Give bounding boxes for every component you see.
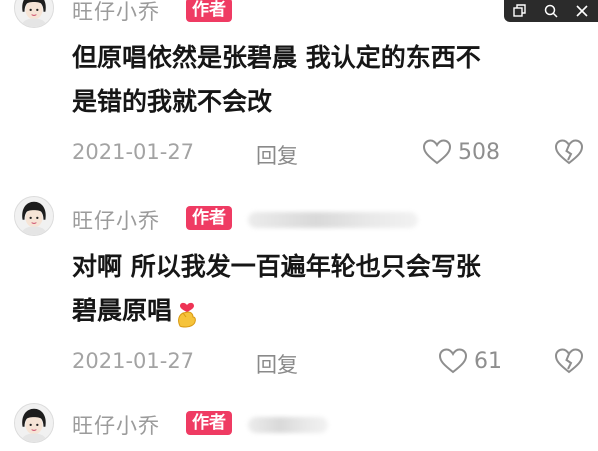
- like-button[interactable]: 61: [438, 346, 502, 376]
- like-button[interactable]: 508: [422, 137, 500, 167]
- avatar[interactable]: [14, 196, 54, 236]
- heart-icon: [422, 139, 452, 165]
- comment-text: 但原唱依然是张碧晨 我认定的东西不 是错的我就不会改: [72, 36, 481, 124]
- broken-heart-icon: [554, 348, 584, 374]
- username[interactable]: 旺仔小乔: [72, 205, 160, 235]
- girl-avatar-icon: [15, 197, 53, 235]
- comment-feed: 旺仔小乔 作者 但原唱依然是张碧晨 我认定的东西不 是错的我就不会改 2021-…: [0, 0, 598, 451]
- username[interactable]: 旺仔小乔: [72, 0, 160, 26]
- reply-button[interactable]: 回复: [256, 140, 298, 170]
- heart-icon: [438, 348, 468, 374]
- comment-date: 2021-01-27: [72, 140, 195, 164]
- like-count: 508: [458, 139, 500, 165]
- comment-text-line: 是错的我就不会改: [72, 87, 273, 116]
- avatar[interactable]: [14, 403, 54, 443]
- dislike-button[interactable]: [554, 138, 584, 166]
- comment-text-fragment: 碧晨原唱: [72, 296, 173, 325]
- author-badge: 作者: [186, 411, 232, 435]
- blurred-reply-target: [248, 212, 418, 228]
- comment-item: 旺仔小乔 作者: [0, 398, 598, 451]
- comment-text: 对啊 所以我发一百遍年轮也只会写张 碧晨原唱: [72, 245, 481, 333]
- comment-date: 2021-01-27: [72, 349, 195, 373]
- girl-avatar-icon: [15, 404, 53, 442]
- avatar[interactable]: [14, 0, 54, 28]
- username[interactable]: 旺仔小乔: [72, 410, 160, 440]
- comment-item: 旺仔小乔 作者 对啊 所以我发一百遍年轮也只会写张 碧晨原唱 2021-01-2…: [0, 193, 598, 393]
- like-count: 61: [474, 348, 502, 374]
- author-badge: 作者: [186, 0, 232, 22]
- reply-button[interactable]: 回复: [256, 349, 298, 379]
- comment-text-line: 对啊 所以我发一百遍年轮也只会写张: [72, 252, 481, 281]
- girl-avatar-icon: [15, 0, 53, 27]
- blurred-reply-target: [248, 417, 328, 433]
- comment-text-line: 但原唱依然是张碧晨 我认定的东西不: [72, 43, 481, 72]
- finger-heart-emoji-icon: [178, 302, 196, 328]
- dislike-button[interactable]: [554, 347, 584, 375]
- comment-text-line: 碧晨原唱: [72, 289, 481, 333]
- author-badge: 作者: [186, 206, 232, 230]
- broken-heart-icon: [554, 139, 584, 165]
- comment-item: 旺仔小乔 作者 但原唱依然是张碧晨 我认定的东西不 是错的我就不会改 2021-…: [0, 0, 598, 175]
